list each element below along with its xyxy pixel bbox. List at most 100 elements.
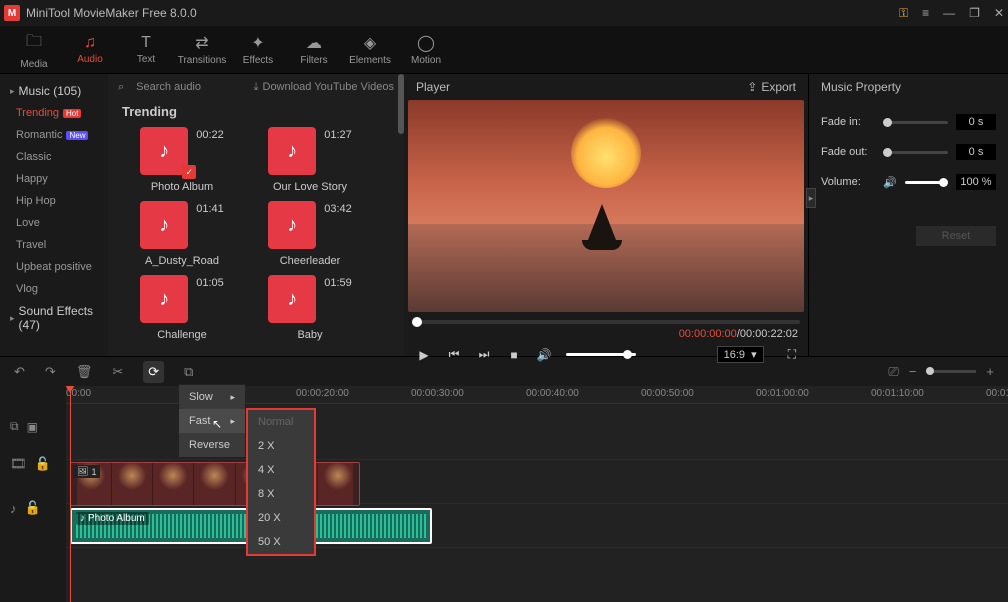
speed-button[interactable]: ⟳ — [143, 361, 164, 383]
audio-item[interactable]: ♪✓00:22Photo Album — [122, 127, 242, 193]
sidebar-item-upbeat[interactable]: Upbeat positive — [0, 256, 108, 278]
reset-button[interactable]: Reset — [916, 226, 996, 246]
audio-item[interactable]: ♪01:41A_Dusty_Road — [122, 201, 242, 267]
speed-8x[interactable]: 8 X — [248, 482, 314, 506]
cut-button[interactable]: ✂ — [112, 364, 123, 380]
zoom-fit-button[interactable]: ⎚ — [888, 364, 898, 380]
download-icon: ⤓ — [254, 81, 259, 94]
music-icon: ♪ — [268, 127, 316, 175]
clip-handle-right[interactable] — [353, 463, 359, 505]
zoom-slider[interactable] — [926, 370, 976, 373]
delete-button[interactable]: 🗑 — [76, 364, 93, 380]
volume-label: Volume: — [821, 176, 875, 188]
seek-knob[interactable] — [412, 317, 422, 327]
aspect-ratio-select[interactable]: 16:9▾ — [717, 346, 764, 363]
playhead[interactable] — [70, 386, 71, 602]
stop-button[interactable]: ■ — [506, 348, 522, 362]
tab-elements[interactable]: ◈Elements — [344, 28, 396, 72]
audio-item[interactable]: ♪01:59Baby — [250, 275, 370, 341]
sidebar-item-hiphop[interactable]: Hip Hop — [0, 190, 108, 212]
audio-item[interactable]: ♪01:05Challenge — [122, 275, 242, 341]
speed-2x[interactable]: 2 X — [248, 434, 314, 458]
play-button[interactable]: ▶ — [416, 348, 432, 362]
speed-slow[interactable]: Slow▸ — [179, 385, 245, 409]
close-icon[interactable]: ✕ — [994, 6, 1004, 20]
fadeout-value[interactable]: 0 s — [956, 144, 996, 160]
tab-effects[interactable]: ✦Effects — [232, 28, 284, 72]
tab-transitions[interactable]: ⇄Transitions — [176, 28, 228, 72]
sidebar-item-vlog[interactable]: Vlog — [0, 278, 108, 300]
export-button[interactable]: ⇪Export — [747, 80, 796, 94]
key-icon[interactable]: ⚿ — [899, 6, 908, 21]
hot-badge: Hot — [63, 109, 81, 118]
search-input[interactable]: Search audio — [136, 81, 201, 93]
audio-item[interactable]: ♪03:42Cheerleader — [250, 201, 370, 267]
ruler-tick: 00:00:20:00 — [296, 388, 349, 399]
sidebar-item-happy[interactable]: Happy — [0, 168, 108, 190]
menu-icon[interactable]: ≡ — [922, 6, 929, 20]
sidebar-item-trending[interactable]: TrendingHot — [0, 102, 108, 124]
titlebar: M MiniTool MovieMaker Free 8.0.0 ⚿ ≡ — ❐… — [0, 0, 1008, 26]
zoom-in-button[interactable]: + — [986, 364, 994, 379]
sidebar-item-classic[interactable]: Classic — [0, 146, 108, 168]
fadein-slider[interactable] — [883, 121, 948, 124]
speed-fast[interactable]: Fast▸ — [179, 409, 245, 433]
zoom-out-button[interactable]: − — [909, 364, 917, 379]
duplicate-icon[interactable]: ⧉ — [10, 419, 19, 434]
sidebar-item-romantic[interactable]: RomanticNew — [0, 124, 108, 146]
speed-50x[interactable]: 50 X — [248, 530, 314, 554]
volume-prop-slider[interactable] — [905, 181, 948, 184]
filters-icon: ☁ — [306, 33, 322, 53]
sidebar-item-love[interactable]: Love — [0, 212, 108, 234]
speed-normal[interactable]: Normal — [248, 410, 314, 434]
window-buttons: ⚿ ≡ — ❐ ✕ — [899, 6, 1004, 21]
fadeout-slider[interactable] — [883, 151, 948, 154]
preview-content — [571, 118, 641, 188]
sidebar-item-travel[interactable]: Travel — [0, 234, 108, 256]
tab-motion[interactable]: ◯Motion — [400, 28, 452, 72]
crop-button[interactable]: ⧉ — [184, 364, 193, 380]
minimize-icon[interactable]: — — [943, 6, 955, 20]
fadein-value[interactable]: 0 s — [956, 114, 996, 130]
sidebar-music-group[interactable]: Music (105) — [0, 80, 108, 102]
fullscreen-button[interactable]: ⛶ — [788, 347, 796, 362]
lock-icon[interactable]: 🔓 — [35, 456, 51, 472]
fadeout-label: Fade out: — [821, 146, 875, 158]
tab-media[interactable]: 🗀Media — [8, 28, 60, 72]
panel-collapse-button[interactable]: ▸ — [806, 188, 816, 208]
seek-bar[interactable] — [412, 320, 800, 324]
audio-duration: 03:42 — [324, 203, 352, 215]
undo-button[interactable]: ↶ — [14, 364, 25, 380]
speed-20x[interactable]: 20 X — [248, 506, 314, 530]
volume-value[interactable]: 100 % — [956, 174, 996, 190]
stack-icon[interactable]: ▣ — [27, 420, 38, 434]
audio-duration: 00:22 — [196, 129, 224, 141]
tab-filters[interactable]: ☁Filters — [288, 28, 340, 72]
sidebar-sfx-group[interactable]: Sound Effects (47) — [0, 300, 108, 336]
next-button[interactable]: ⏭ — [476, 347, 492, 362]
speaker-icon[interactable]: 🔊 — [883, 176, 897, 189]
speed-4x[interactable]: 4 X — [248, 458, 314, 482]
player-title: Player — [416, 80, 450, 94]
speed-reverse[interactable]: Reverse — [179, 433, 245, 457]
maximize-icon[interactable]: ❐ — [969, 6, 980, 20]
redo-button[interactable]: ↷ — [45, 364, 56, 380]
audio-item[interactable]: ♪01:27Our Love Story — [250, 127, 370, 193]
ruler-tick: 00:00:50:00 — [641, 388, 694, 399]
download-youtube-link[interactable]: ⤓Download YouTube Videos — [254, 81, 394, 94]
search-icon[interactable]: ⌕ — [118, 81, 124, 94]
app-title: MiniTool MovieMaker Free 8.0.0 — [26, 6, 899, 20]
tab-audio[interactable]: ♫Audio — [64, 28, 116, 72]
volume-icon[interactable]: 🔊 — [536, 348, 552, 362]
prev-button[interactable]: ⏮ — [446, 347, 462, 362]
tab-text[interactable]: TText — [120, 28, 172, 72]
ruler-tick: 00:00:40:00 — [526, 388, 579, 399]
scrollbar[interactable] — [398, 74, 404, 134]
image-icon: 🖼 — [77, 466, 88, 477]
video-clip[interactable]: 🖼1 — [70, 462, 360, 506]
checkmark-icon: ✓ — [182, 165, 196, 179]
ruler-tick: 00:01:20:00 — [986, 388, 1008, 399]
volume-slider[interactable] — [566, 353, 636, 356]
preview-viewport[interactable] — [408, 100, 804, 312]
lock-icon[interactable]: 🔓 — [25, 500, 41, 516]
